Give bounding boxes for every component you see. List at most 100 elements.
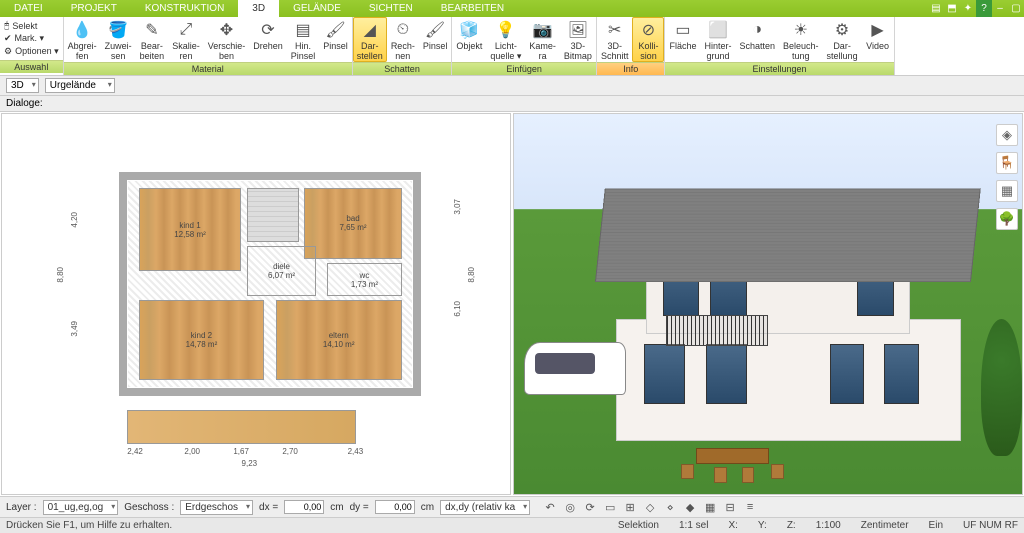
vegetation-icon[interactable]: 🌳 — [996, 208, 1018, 230]
endpoint-icon[interactable]: ⋄ — [662, 499, 678, 515]
insert-camera[interactable]: 📷Kame- ra — [525, 17, 560, 62]
assign-material[interactable]: 🪣Zuwei- sen — [101, 17, 136, 62]
dim-left-a: 4,20 — [70, 212, 79, 228]
rotate-icon[interactable]: ⟳ — [582, 499, 598, 515]
scale-material[interactable]: ⤢Skalie- ren — [168, 17, 204, 62]
view-mode-select[interactable]: 3D — [6, 78, 39, 93]
video-setting[interactable]: ▶Video — [862, 17, 894, 62]
3d-section[interactable]: ✂3D- Schnitt — [597, 17, 633, 62]
insert-light-label: Licht- quelle ▾ — [490, 41, 521, 61]
room-name: eltern — [329, 331, 349, 340]
lighting-setting-icon: ☀ — [790, 19, 812, 41]
layers2-icon[interactable]: ≡ — [742, 499, 758, 515]
move-material[interactable]: ✥Verschie- ben — [204, 17, 250, 62]
pick-material[interactable]: 💧Abgrei- fen — [64, 17, 101, 62]
insert-3dbitmap[interactable]: 🖼3D- Bitmap — [560, 17, 596, 62]
floor-select[interactable]: Erdgeschos — [180, 500, 253, 515]
shadow-brush[interactable]: 🖌Pinsel — [419, 17, 452, 62]
dx-label: dx = — [259, 502, 278, 513]
minimize-icon[interactable]: – — [992, 0, 1008, 17]
walls-icon[interactable]: ⊟ — [722, 499, 738, 515]
3d-section-label: 3D- Schnitt — [601, 41, 629, 61]
floorplan-view[interactable]: kind 112,58 m² bad7,65 m²diele6,07 m² wc1,… — [1, 113, 511, 495]
room-kind-1[interactable]: kind 112,58 m² — [139, 188, 242, 271]
view-mode-bar: 3D Urgelände — [0, 76, 1024, 96]
furniture-icon[interactable]: 🪑 — [996, 152, 1018, 174]
room-diele[interactable]: diele6,07 m² — [247, 246, 316, 296]
menu-tab-datei[interactable]: DATEI — [0, 0, 57, 17]
dim-right-total: 8,80 — [467, 267, 476, 283]
save-icon[interactable]: ▤ — [928, 0, 944, 17]
shadow-calc-label: Rech- nen — [391, 41, 415, 61]
menu-tab-gelaende[interactable]: GELÄNDE — [279, 0, 355, 17]
menu-tab-konstruktion[interactable]: KONSTRUKTION — [131, 0, 238, 17]
3d-view[interactable]: ◈ 🪑 ▦ 🌳 — [513, 113, 1023, 495]
mark-tool[interactable]: ✔Mark. ▾ — [4, 33, 59, 44]
dy-input[interactable] — [375, 500, 415, 514]
status-unit: Zentimeter — [861, 520, 909, 531]
bg-setting[interactable]: ⬜Hinter- grund — [700, 17, 735, 62]
bg-brush-icon: ▤ — [292, 19, 314, 41]
brush[interactable]: 🖌Pinsel — [319, 17, 352, 62]
room-name: kind 1 — [179, 221, 200, 230]
grid-icon[interactable]: ▦ — [702, 499, 718, 515]
lighting-setting[interactable]: ☀Beleuch- tung — [779, 17, 823, 62]
maximize-icon[interactable]: ▢ — [1008, 0, 1024, 17]
unit-cm-2: cm — [421, 502, 434, 513]
dim-left-total: 8,80 — [56, 267, 65, 283]
status-scale-sel: 1:1 sel — [679, 520, 708, 531]
palette-icon[interactable]: ▦ — [996, 180, 1018, 202]
garage-slab — [127, 410, 355, 444]
select-tool-label: Selekt — [12, 21, 37, 31]
dim-b2: 2,00 — [184, 447, 200, 456]
insert-object[interactable]: 🧊Objekt — [452, 17, 486, 62]
area-setting-icon: ▭ — [672, 19, 694, 41]
menu-tab-3d[interactable]: 3D — [238, 0, 279, 17]
terrain-select[interactable]: Urgelände — [45, 78, 115, 93]
coord-mode-select[interactable]: dx,dy (relativ ka — [440, 500, 530, 515]
menu-tab-sichten[interactable]: SICHTEN — [355, 0, 427, 17]
layers-icon[interactable]: ◈ — [996, 124, 1018, 146]
open-icon[interactable]: ⬒ — [944, 0, 960, 17]
room-eltern[interactable]: eltern14,10 m² — [276, 300, 402, 379]
back-icon[interactable]: ↶ — [542, 499, 558, 515]
rotate-material[interactable]: ⟳Drehen — [249, 17, 287, 62]
snap-icon[interactable]: ◇ — [642, 499, 658, 515]
area-setting[interactable]: ▭Fläche — [665, 17, 700, 62]
shadow-setting[interactable]: ◑Schatten — [735, 17, 779, 62]
room-wc[interactable]: wc1,73 m² — [327, 263, 401, 296]
unit-cm-1: cm — [330, 502, 343, 513]
shadow-calc[interactable]: ⏲Rech- nen — [387, 17, 419, 62]
layer-select[interactable]: 01_ug,eg,og — [43, 500, 119, 515]
status-x: X: — [728, 520, 737, 531]
group-caption-auswahl: Auswahl — [0, 60, 63, 73]
select-tool[interactable]: 🖰Selekt — [4, 20, 59, 31]
shadow-brush-label: Pinsel — [423, 41, 448, 51]
select-icon[interactable]: ▭ — [602, 499, 618, 515]
insert-light[interactable]: 💡Licht- quelle ▾ — [486, 17, 525, 62]
rotate-material-icon: ⟳ — [257, 19, 279, 41]
ortho-icon[interactable]: ⊞ — [622, 499, 638, 515]
bg-brush[interactable]: ▤Hin. Pinsel — [287, 17, 320, 62]
shadow-show[interactable]: ◢Dar- stellen — [353, 17, 387, 62]
target-icon[interactable]: ◎ — [562, 499, 578, 515]
midpoint-icon[interactable]: ◆ — [682, 499, 698, 515]
room-area: 12,58 m² — [174, 230, 206, 239]
room-kind-2[interactable]: kind 214,78 m² — [139, 300, 265, 379]
room-bad[interactable]: bad7,65 m² — [304, 188, 401, 259]
dx-input[interactable] — [284, 500, 324, 514]
move-material-icon: ✥ — [215, 19, 237, 41]
assign-material-icon: 🪣 — [107, 19, 129, 41]
shadow-setting-icon: ◑ — [746, 19, 768, 41]
menu-tab-bearbeiten[interactable]: BEARBEITEN — [427, 0, 518, 17]
bg-setting-label: Hinter- grund — [704, 41, 731, 61]
room-name: bad — [346, 214, 359, 223]
options-tool[interactable]: ⚙Optionen ▾ — [4, 46, 59, 57]
options-tool-label: Optionen ▾ — [15, 46, 59, 57]
help-icon[interactable]: ? — [976, 0, 992, 17]
menu-tab-projekt[interactable]: PROJEKT — [57, 0, 131, 17]
render-setting[interactable]: ⚙Dar- stellung — [823, 17, 862, 62]
plugin-icon[interactable]: ✦ — [960, 0, 976, 17]
edit-material[interactable]: ✎Bear- beiten — [136, 17, 169, 62]
collision[interactable]: ⊘Kolli- sion — [632, 17, 664, 62]
